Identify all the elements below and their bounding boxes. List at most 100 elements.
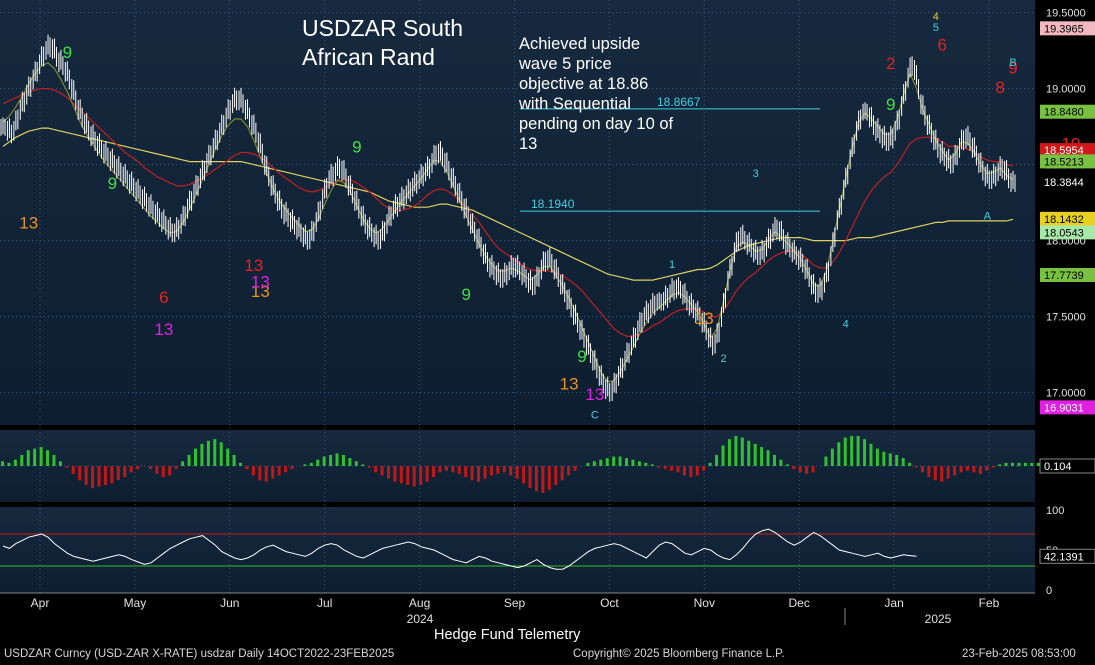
macd-bar xyxy=(71,466,75,474)
macd-bar xyxy=(496,466,500,474)
axis-tag-label: 19.3965 xyxy=(1044,23,1084,35)
macd-bar xyxy=(727,439,731,466)
macd-bar xyxy=(123,466,127,478)
macd-bar xyxy=(985,466,989,471)
rsi-panel-bg xyxy=(0,507,1035,593)
macd-bar xyxy=(612,456,616,466)
macd-bar xyxy=(927,466,931,478)
sequential-count-label: 13 xyxy=(560,375,579,394)
macd-bar xyxy=(52,454,56,466)
macd-bar xyxy=(245,466,249,470)
macd-bar xyxy=(586,462,590,466)
axis-tag-label: 18.1432 xyxy=(1044,214,1084,226)
axis-tag-label: 18.5213 xyxy=(1044,156,1084,168)
macd-bar xyxy=(547,466,551,490)
axis-tag-label: 18.0543 xyxy=(1044,227,1084,239)
wave-label: 4 xyxy=(843,318,849,330)
macd-bar xyxy=(290,466,294,470)
wave-label: 1 xyxy=(669,259,675,271)
annotation-line-4: with Sequential xyxy=(519,95,631,113)
macd-bar xyxy=(875,448,879,466)
price-tick-label: 17.5000 xyxy=(1046,312,1086,324)
year-label: 2025 xyxy=(925,612,952,626)
x-tick-label: Nov xyxy=(694,596,715,610)
macd-bar xyxy=(386,466,390,479)
macd-bar xyxy=(798,466,802,473)
macd-bar xyxy=(805,466,809,474)
macd-bar xyxy=(959,466,963,473)
macd-bar xyxy=(39,447,43,466)
macd-bar xyxy=(991,466,995,468)
sequential-count-label: 2 xyxy=(886,54,895,73)
macd-bar xyxy=(1004,462,1008,466)
price-tick-label: 19.5000 xyxy=(1046,8,1086,20)
macd-bar xyxy=(206,440,210,466)
macd-bar xyxy=(1,461,4,466)
axis-tag-label: 17.7739 xyxy=(1044,270,1084,282)
macd-bar xyxy=(464,466,468,478)
macd-bar xyxy=(432,466,436,478)
macd-bar xyxy=(670,466,674,471)
macd-bar xyxy=(219,442,223,466)
macd-bar xyxy=(129,466,133,473)
sequential-count-label: 13 xyxy=(19,213,38,232)
macd-bar xyxy=(998,464,1002,466)
macd-bar xyxy=(721,445,725,466)
macd-bar xyxy=(155,466,159,474)
macd-bar xyxy=(605,458,609,466)
macd-bar xyxy=(946,466,950,479)
macd-bar xyxy=(457,466,461,474)
macd-bar xyxy=(1030,462,1034,466)
rsi-tick-label: 0 xyxy=(1046,585,1052,597)
price-tick-label: 17.0000 xyxy=(1046,388,1086,400)
macd-bar xyxy=(26,450,30,466)
macd-bar xyxy=(91,466,95,489)
macd-bar xyxy=(58,461,62,466)
wave-label: A xyxy=(984,210,992,222)
macd-bar xyxy=(399,466,403,484)
macd-bar xyxy=(502,466,506,473)
macd-bar xyxy=(374,466,378,473)
macd-bar xyxy=(676,466,680,473)
sequential-count-label: 13 xyxy=(695,309,714,328)
macd-bar xyxy=(682,466,686,476)
rsi-tick-label: 100 xyxy=(1046,505,1064,517)
macd-bar xyxy=(740,437,744,466)
macd-bar xyxy=(811,466,815,473)
macd-bar xyxy=(103,466,107,485)
macd-bar xyxy=(863,439,867,466)
x-tick-label: Aug xyxy=(409,596,430,610)
macd-bar xyxy=(650,464,654,466)
sequential-count-label: 9 xyxy=(461,285,470,304)
macd-bar xyxy=(625,458,629,466)
macd-bar xyxy=(663,466,667,470)
macd-bar xyxy=(631,459,635,466)
macd-bar xyxy=(232,454,236,466)
macd-bar xyxy=(174,466,178,470)
macd-bar xyxy=(354,461,358,466)
macd-bar xyxy=(1036,462,1040,466)
chart-annotation: Achieved upside wave 5 price objective a… xyxy=(519,34,689,154)
macd-tag-label: 0.104 xyxy=(1044,461,1072,473)
macd-bar xyxy=(534,466,538,492)
macd-bar xyxy=(116,466,120,481)
macd-bar xyxy=(341,454,345,466)
wave-label: 4 xyxy=(933,11,939,23)
footer-timestamp: 23-Feb-2025 08:53:00 xyxy=(962,648,1076,660)
macd-bar xyxy=(708,462,712,466)
macd-bar xyxy=(965,466,969,471)
macd-bar xyxy=(747,440,751,466)
macd-bar xyxy=(856,436,860,466)
macd-bar xyxy=(161,466,165,478)
macd-bar xyxy=(554,466,558,485)
footer-security-info: USDZAR Curncy (USD-ZAR X-RATE) usdzar Da… xyxy=(4,648,395,660)
macd-bar xyxy=(470,466,474,481)
annotation-line-2: wave 5 price xyxy=(519,55,612,73)
macd-bar xyxy=(978,466,982,474)
macd-bar xyxy=(168,466,172,476)
wave-label: C xyxy=(591,409,599,421)
x-tick-label: Apr xyxy=(31,596,50,610)
macd-bar xyxy=(316,459,320,466)
macd-bar xyxy=(843,437,847,466)
macd-bar xyxy=(657,466,661,468)
